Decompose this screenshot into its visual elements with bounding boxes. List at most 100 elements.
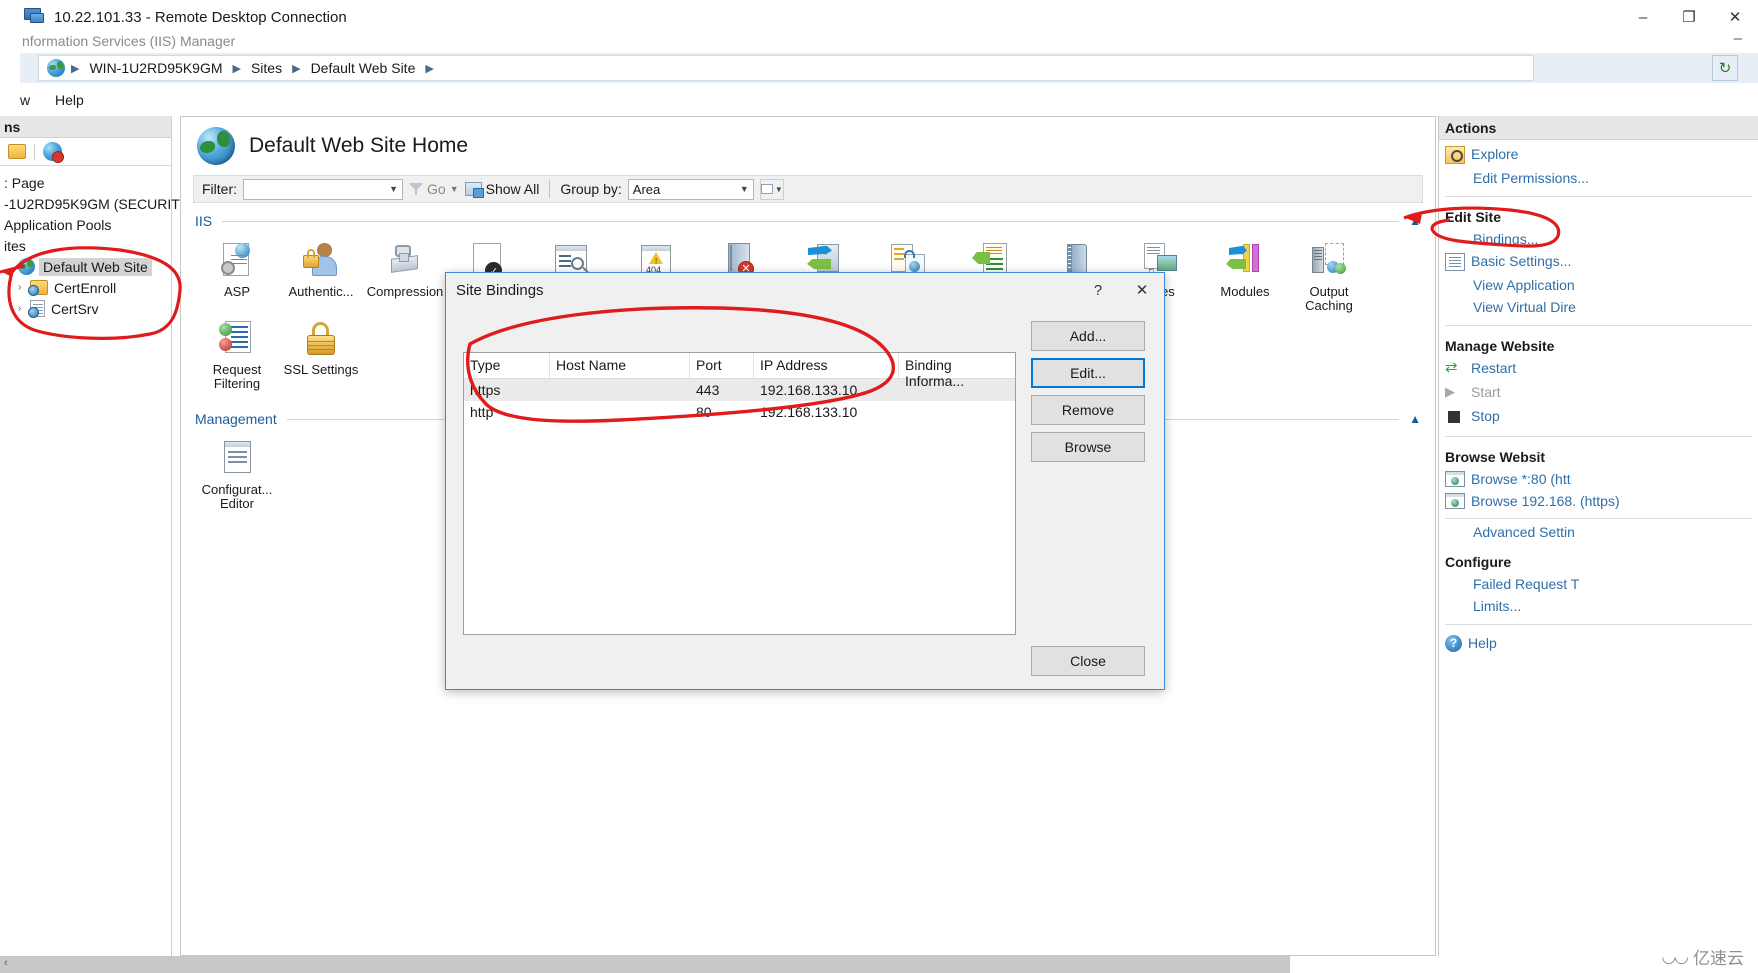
bindings-list[interactable]: Type Host Name Port IP Address Binding I…: [463, 352, 1016, 635]
action-basic-settings[interactable]: Basic Settings...: [1439, 250, 1758, 274]
action-label: Browse *:80 (htt: [1471, 471, 1571, 487]
tree-item-sites[interactable]: ites: [0, 235, 171, 256]
filter-bar: Filter: ▼ Go ▼ Show All Group by: Area ▼: [193, 175, 1423, 203]
tree-item-start-page[interactable]: : Page: [0, 172, 171, 193]
tree-item-label: Default Web Site: [39, 257, 152, 276]
breadcrumb-sites[interactable]: Sites: [247, 60, 286, 76]
group-by-label: Group by:: [560, 181, 622, 197]
action-stop[interactable]: Stop: [1439, 405, 1758, 429]
connections-pane: ns : Page -1U2RD95K9GM (SECURIT Applicat…: [0, 116, 180, 956]
doc-app-icon: [28, 300, 45, 318]
feature-output-caching[interactable]: Output Caching: [1287, 235, 1371, 313]
action-label: Start: [1471, 384, 1501, 400]
actions-group: Explore Edit Permissions...: [1439, 140, 1758, 192]
feature-authentication[interactable]: Authentic...: [279, 235, 363, 313]
action-label: View Virtual Dire: [1473, 299, 1576, 315]
dialog-close-icon[interactable]: ✕: [1120, 274, 1164, 306]
group-by-value: Area: [632, 181, 661, 197]
add-button[interactable]: Add...: [1031, 321, 1145, 351]
tree-item-certsrv[interactable]: › CertSrv: [0, 298, 171, 319]
globe-icon: [18, 258, 35, 275]
iis-minimize-button[interactable]: –: [1734, 30, 1742, 47]
action-edit-permissions[interactable]: Edit Permissions...: [1439, 167, 1758, 189]
breadcrumb[interactable]: ▶ WIN-1U2RD95K9GM ▶ Sites ▶ Default Web …: [38, 55, 1534, 81]
action-start[interactable]: ▶ Start: [1439, 381, 1758, 405]
show-all-button[interactable]: Show All: [464, 181, 539, 198]
restart-icon: ⇄: [1445, 359, 1458, 376]
menu-item-view[interactable]: w: [20, 92, 30, 108]
tree-item-default-web-site[interactable]: Default Web Site: [0, 256, 171, 277]
action-advanced-settings[interactable]: Advanced Settin: [1439, 521, 1758, 543]
cloud-icon: ◡◡: [1661, 946, 1689, 966]
globe-icon: [197, 127, 235, 165]
column-header-host-name[interactable]: Host Name: [550, 353, 690, 378]
remove-button[interactable]: Remove: [1031, 395, 1145, 425]
feature-modules[interactable]: Modules: [1203, 235, 1287, 313]
chevron-up-icon[interactable]: ▲: [1409, 214, 1421, 228]
tree-item-certenroll[interactable]: › CertEnroll: [0, 277, 171, 298]
dialog-title: Site Bindings: [456, 281, 544, 299]
action-bindings[interactable]: Bindings...: [1439, 228, 1758, 250]
action-failed-request-tracing[interactable]: Failed Request T: [1439, 573, 1758, 595]
menu-item-help[interactable]: Help: [55, 92, 84, 108]
browse-button[interactable]: Browse: [1031, 432, 1145, 462]
browse-icon: [1445, 471, 1465, 487]
filter-label: Filter:: [202, 181, 237, 197]
column-header-type[interactable]: Type: [464, 353, 550, 378]
column-header-port[interactable]: Port: [690, 353, 754, 378]
chevron-down-icon[interactable]: ▼: [389, 184, 402, 194]
action-help[interactable]: ? Help: [1439, 632, 1758, 655]
help-icon: ?: [1445, 635, 1462, 652]
breadcrumb-server[interactable]: WIN-1U2RD95K9GM: [85, 60, 226, 76]
feature-label: Configurat... Editor: [201, 482, 273, 511]
column-header-binding-information[interactable]: Binding Informa...: [899, 353, 1011, 389]
action-browse-80[interactable]: Browse *:80 (htt: [1439, 468, 1758, 490]
actions-group-configure: Configure Failed Request T Limits...: [1439, 546, 1758, 620]
actions-group-edit-site: Edit Site Bindings... Basic Settings... …: [1439, 201, 1758, 321]
go-button[interactable]: Go ▼: [409, 181, 459, 197]
menu-bar: w Help: [0, 90, 1758, 112]
chevron-down-icon[interactable]: ▼: [450, 184, 459, 194]
action-label: Bindings...: [1473, 231, 1539, 247]
action-explore[interactable]: Explore: [1439, 143, 1758, 167]
table-row[interactable]: http 80 192.168.133.10: [464, 401, 1015, 423]
asp-icon: [215, 241, 259, 281]
dialog-help-button[interactable]: ?: [1076, 274, 1120, 306]
refresh-icon[interactable]: ↻: [1712, 55, 1738, 81]
actions-group-browse-website: Browse Websit Browse *:80 (htt Browse 19…: [1439, 441, 1758, 546]
watermark-text: 亿速云: [1693, 949, 1744, 968]
feature-request-filtering[interactable]: Request Filtering: [195, 313, 279, 391]
disconnect-globe-icon[interactable]: [43, 142, 64, 163]
tree-item-application-pools[interactable]: Application Pools: [0, 214, 171, 235]
section-header-iis: IIS ▲: [195, 213, 1421, 229]
view-options-button[interactable]: ▼: [759, 178, 784, 200]
close-button[interactable]: Close: [1031, 646, 1145, 676]
action-browse-https[interactable]: Browse 192.168. (https): [1439, 490, 1719, 512]
folder-icon[interactable]: [8, 144, 26, 159]
chevron-up-icon[interactable]: ▲: [1409, 412, 1421, 426]
tree-item-server[interactable]: -1U2RD95K9GM (SECURIT: [0, 193, 180, 214]
actions-group-title: Browse Websit: [1445, 449, 1546, 465]
actions-pane: Actions Explore Edit Permissions... Edit…: [1438, 116, 1758, 956]
action-view-applications[interactable]: View Application: [1439, 274, 1758, 296]
scroll-left-arrow-icon[interactable]: ‹: [4, 957, 8, 969]
bindings-list-header: Type Host Name Port IP Address Binding I…: [464, 353, 1015, 389]
edit-button[interactable]: Edit...: [1031, 358, 1145, 388]
section-title: Management: [195, 411, 277, 427]
feature-configuration-editor[interactable]: Configurat... Editor: [195, 433, 279, 511]
chevron-down-icon[interactable]: ▼: [740, 184, 753, 194]
action-label: View Application: [1473, 277, 1575, 293]
group-by-select[interactable]: Area ▼: [627, 178, 754, 200]
action-view-virtual-directories[interactable]: View Virtual Dire: [1439, 296, 1758, 318]
feature-compression[interactable]: Compression: [363, 235, 447, 313]
column-header-ip-address[interactable]: IP Address: [754, 353, 899, 378]
feature-ssl-settings[interactable]: SSL Settings: [279, 313, 363, 391]
connections-pane-header: ns: [0, 116, 171, 138]
cell-ip: 192.168.133.10: [760, 404, 858, 420]
horizontal-scrollbar[interactable]: ‹: [0, 956, 1290, 973]
action-limits[interactable]: Limits...: [1439, 595, 1758, 617]
breadcrumb-default-web-site[interactable]: Default Web Site: [307, 60, 420, 76]
action-restart[interactable]: ⇄ Restart: [1439, 357, 1758, 381]
feature-asp[interactable]: ASP: [195, 235, 279, 313]
filter-input[interactable]: ▼: [243, 178, 403, 200]
